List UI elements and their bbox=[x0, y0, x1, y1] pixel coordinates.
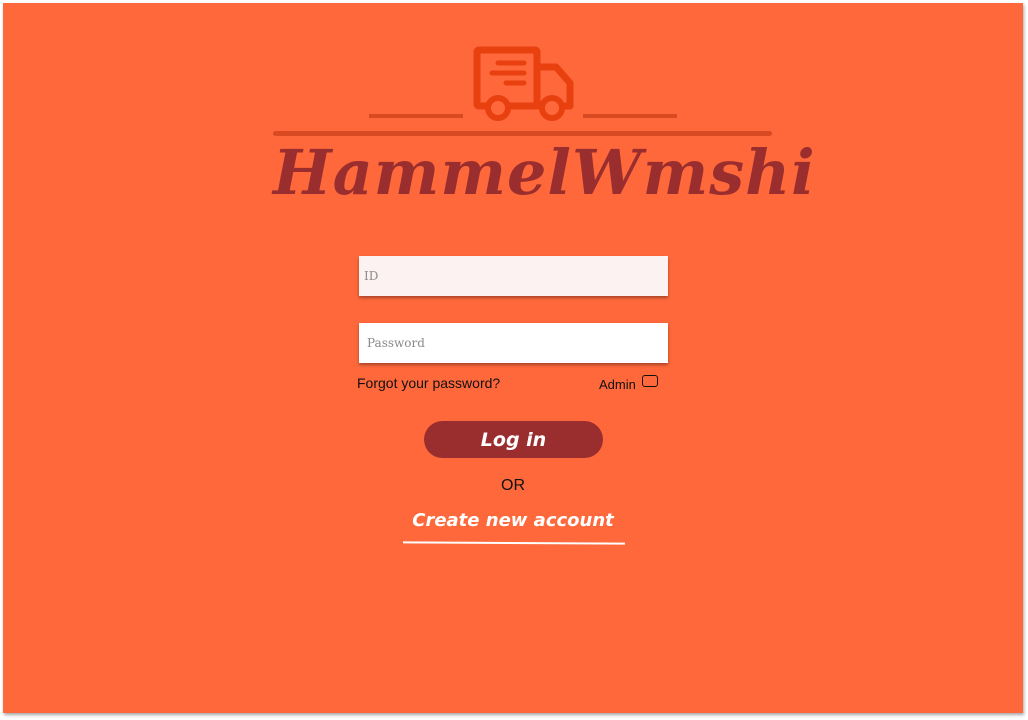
admin-label: Admin bbox=[599, 377, 636, 392]
id-input[interactable] bbox=[359, 256, 668, 296]
logo-line-left bbox=[369, 114, 463, 118]
delivery-truck-icon bbox=[473, 46, 574, 121]
create-account-link[interactable]: Create new account bbox=[401, 508, 625, 544]
admin-checkbox[interactable] bbox=[642, 375, 658, 387]
create-account-underline bbox=[402, 541, 626, 545]
brand-name: HammelWmshi bbox=[273, 136, 816, 209]
login-screen: HammelWmshi Forgot your password? Admin … bbox=[3, 3, 1023, 713]
password-input[interactable] bbox=[359, 323, 668, 363]
brand-logo: HammelWmshi bbox=[3, 3, 1023, 233]
login-button[interactable]: Log in bbox=[424, 421, 603, 458]
or-separator: OR bbox=[501, 477, 525, 494]
logo-line-right bbox=[583, 114, 677, 118]
forgot-password-link[interactable]: Forgot your password? bbox=[357, 375, 500, 391]
